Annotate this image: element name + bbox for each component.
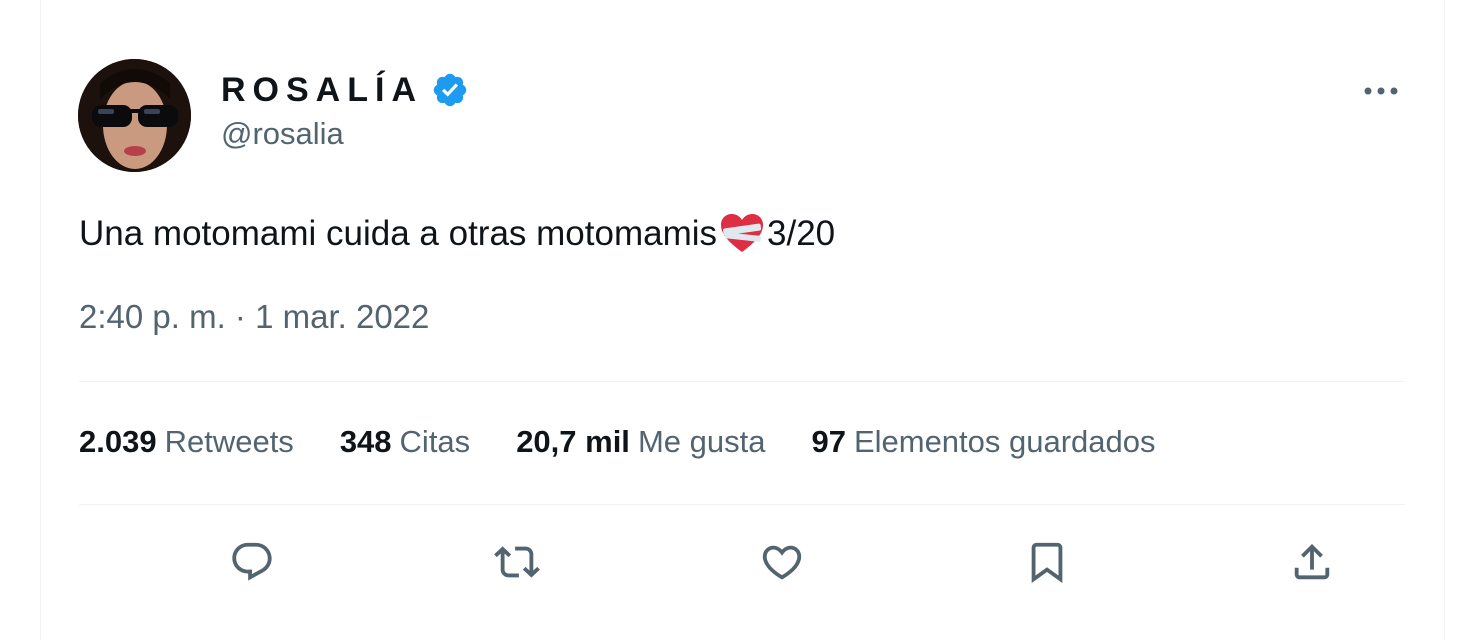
more-options-icon — [1364, 87, 1398, 95]
bookmark-icon — [1031, 542, 1063, 583]
bookmarks-count: 97 — [811, 424, 846, 459]
tweet-text-main: Una motomami cuida a otras motomamis — [79, 214, 717, 253]
user-handle[interactable]: @rosalia — [221, 116, 344, 152]
more-options-button[interactable] — [1359, 72, 1403, 110]
quotes-count: 348 — [339, 424, 392, 459]
reply-button[interactable] — [222, 532, 282, 592]
display-name-text: ROSALÍA — [221, 70, 423, 109]
bookmark-button[interactable] — [1017, 532, 1077, 592]
bookmarks-label: Elementos guardados — [853, 424, 1156, 459]
quotes-label: Citas — [399, 424, 471, 459]
tweet-stats: 2.039 Retweets 348 Citas 20,7 mil Me gusta … — [79, 424, 1156, 460]
like-icon — [762, 545, 802, 580]
retweets-label: Retweets — [164, 424, 294, 459]
tweet-text: Una motomami cuida a otras motomamis 3/2… — [79, 212, 835, 256]
tweet-time[interactable]: 2:40 p. m. — [79, 298, 226, 335]
reply-icon — [232, 542, 272, 581]
mending-heart-icon — [721, 214, 763, 252]
tweet-date[interactable]: 1 mar. 2022 — [255, 298, 429, 335]
share-icon — [1294, 543, 1330, 580]
stat-likes[interactable]: 20,7 mil Me gusta — [516, 424, 765, 460]
stat-retweets[interactable]: 2.039 Retweets — [79, 424, 294, 460]
verified-badge-icon — [433, 73, 467, 107]
like-button[interactable] — [752, 532, 812, 592]
divider-top — [79, 381, 1405, 382]
meta-separator: · — [234, 298, 256, 335]
likes-count: 20,7 mil — [516, 424, 630, 459]
likes-label: Me gusta — [637, 424, 766, 459]
display-name[interactable]: ROSALÍA — [221, 70, 469, 110]
share-button[interactable] — [1282, 532, 1342, 592]
stat-quotes[interactable]: 348 Citas — [340, 424, 470, 460]
retweet-button[interactable] — [487, 532, 547, 592]
stat-bookmarks[interactable]: 97 Elementos guardados — [811, 424, 1155, 460]
avatar[interactable] — [78, 59, 191, 172]
tweet-timestamp: 2:40 p. m. · 1 mar. 2022 — [79, 298, 429, 336]
divider-bottom — [79, 504, 1405, 505]
retweet-icon — [494, 546, 540, 578]
tweet-actions — [79, 532, 1405, 592]
tweet-card: ROSALÍA @rosalia Una motomami cuida a ot… — [40, 0, 1445, 640]
tweet-text-count: 3/20 — [767, 214, 836, 253]
retweets-count: 2.039 — [79, 424, 157, 459]
avatar-image — [78, 59, 191, 172]
